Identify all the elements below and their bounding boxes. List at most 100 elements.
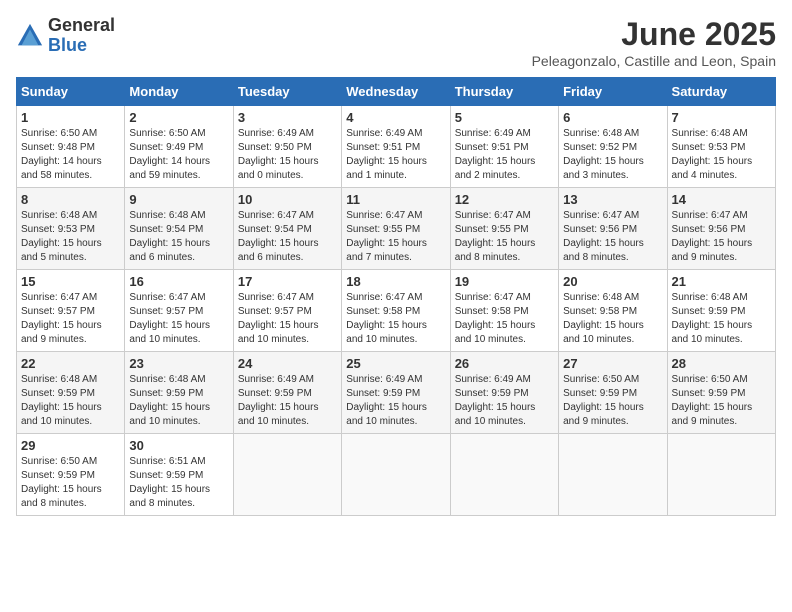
calendar-cell: 3 Sunrise: 6:49 AM Sunset: 9:50 PM Daylig… — [233, 106, 341, 188]
day-info: Sunrise: 6:47 AM Sunset: 9:58 PM Dayligh… — [346, 291, 445, 347]
calendar-cell: 28 Sunrise: 6:50 AM Sunset: 9:59 PM Dayli… — [667, 352, 775, 434]
day-info: Sunrise: 6:50 AM Sunset: 9:59 PM Dayligh… — [563, 373, 662, 429]
calendar-cell — [450, 434, 558, 516]
day-number: 25 — [346, 356, 445, 371]
day-info: Sunrise: 6:48 AM Sunset: 9:52 PM Dayligh… — [563, 127, 662, 183]
day-number: 1 — [21, 110, 120, 125]
day-number: 20 — [563, 274, 662, 289]
header-row: SundayMondayTuesdayWednesdayThursdayFrid… — [17, 78, 776, 106]
day-info: Sunrise: 6:48 AM Sunset: 9:59 PM Dayligh… — [21, 373, 120, 429]
header-cell-thursday: Thursday — [450, 78, 558, 106]
calendar-cell — [559, 434, 667, 516]
calendar-cell: 17 Sunrise: 6:47 AM Sunset: 9:57 PM Dayli… — [233, 270, 341, 352]
calendar-table: SundayMondayTuesdayWednesdayThursdayFrid… — [16, 77, 776, 516]
calendar-cell — [342, 434, 450, 516]
day-info: Sunrise: 6:48 AM Sunset: 9:59 PM Dayligh… — [672, 291, 771, 347]
day-number: 12 — [455, 192, 554, 207]
calendar-week-2: 8 Sunrise: 6:48 AM Sunset: 9:53 PM Daylig… — [17, 188, 776, 270]
month-title: June 2025 — [532, 16, 776, 53]
day-info: Sunrise: 6:48 AM Sunset: 9:58 PM Dayligh… — [563, 291, 662, 347]
calendar-cell: 12 Sunrise: 6:47 AM Sunset: 9:55 PM Dayli… — [450, 188, 558, 270]
day-info: Sunrise: 6:47 AM Sunset: 9:55 PM Dayligh… — [346, 209, 445, 265]
day-number: 23 — [129, 356, 228, 371]
calendar-cell: 6Sunrise: 6:48 AM Sunset: 9:52 PM Daylig… — [559, 106, 667, 188]
day-info: Sunrise: 6:48 AM Sunset: 9:53 PM Dayligh… — [21, 209, 120, 265]
day-number: 28 — [672, 356, 771, 371]
day-info: Sunrise: 6:48 AM Sunset: 9:53 PM Dayligh… — [672, 127, 771, 183]
day-info: Sunrise: 6:49 AM Sunset: 9:59 PM Dayligh… — [238, 373, 337, 429]
calendar-cell: 18 Sunrise: 6:47 AM Sunset: 9:58 PM Dayli… — [342, 270, 450, 352]
day-info: Sunrise: 6:48 AM Sunset: 9:54 PM Dayligh… — [129, 209, 228, 265]
day-info: Sunrise: 6:47 AM Sunset: 9:55 PM Dayligh… — [455, 209, 554, 265]
day-info: Sunrise: 6:47 AM Sunset: 9:57 PM Dayligh… — [238, 291, 337, 347]
calendar-cell: 22 Sunrise: 6:48 AM Sunset: 9:59 PM Dayli… — [17, 352, 125, 434]
day-info: Sunrise: 6:47 AM Sunset: 9:58 PM Dayligh… — [455, 291, 554, 347]
logo-text: General Blue — [48, 16, 115, 56]
day-number: 17 — [238, 274, 337, 289]
day-info: Sunrise: 6:49 AM Sunset: 9:59 PM Dayligh… — [346, 373, 445, 429]
day-info: Sunrise: 6:50 AM Sunset: 9:59 PM Dayligh… — [21, 455, 120, 511]
day-info: Sunrise: 6:50 AM Sunset: 9:59 PM Dayligh… — [672, 373, 771, 429]
logo-blue: Blue — [48, 36, 115, 56]
day-number: 10 — [238, 192, 337, 207]
page-header: General Blue June 2025 Peleagonzalo, Cas… — [16, 16, 776, 69]
header-cell-monday: Monday — [125, 78, 233, 106]
calendar-cell: 14 Sunrise: 6:47 AM Sunset: 9:56 PM Dayli… — [667, 188, 775, 270]
day-number: 3 — [238, 110, 337, 125]
location: Peleagonzalo, Castille and Leon, Spain — [532, 53, 776, 69]
day-info: Sunrise: 6:49 AM Sunset: 9:51 PM Dayligh… — [346, 127, 445, 183]
day-number: 8 — [21, 192, 120, 207]
calendar-cell: 19 Sunrise: 6:47 AM Sunset: 9:58 PM Dayli… — [450, 270, 558, 352]
calendar-cell: 24 Sunrise: 6:49 AM Sunset: 9:59 PM Dayli… — [233, 352, 341, 434]
day-number: 21 — [672, 274, 771, 289]
header-cell-saturday: Saturday — [667, 78, 775, 106]
calendar-cell: 27Sunrise: 6:50 AM Sunset: 9:59 PM Dayli… — [559, 352, 667, 434]
calendar-cell: 9 Sunrise: 6:48 AM Sunset: 9:54 PM Daylig… — [125, 188, 233, 270]
day-info: Sunrise: 6:49 AM Sunset: 9:59 PM Dayligh… — [455, 373, 554, 429]
day-number: 2 — [129, 110, 228, 125]
day-info: Sunrise: 6:47 AM Sunset: 9:57 PM Dayligh… — [129, 291, 228, 347]
day-info: Sunrise: 6:47 AM Sunset: 9:54 PM Dayligh… — [238, 209, 337, 265]
day-info: Sunrise: 6:49 AM Sunset: 9:50 PM Dayligh… — [238, 127, 337, 183]
calendar-cell: 10 Sunrise: 6:47 AM Sunset: 9:54 PM Dayli… — [233, 188, 341, 270]
calendar-cell: 4 Sunrise: 6:49 AM Sunset: 9:51 PM Daylig… — [342, 106, 450, 188]
calendar-cell: 30Sunrise: 6:51 AM Sunset: 9:59 PM Dayli… — [125, 434, 233, 516]
day-number: 9 — [129, 192, 228, 207]
calendar-cell: 20 Sunrise: 6:48 AM Sunset: 9:58 PM Dayli… — [559, 270, 667, 352]
calendar-week-5: 29Sunrise: 6:50 AM Sunset: 9:59 PM Dayli… — [17, 434, 776, 516]
calendar-cell: 15Sunrise: 6:47 AM Sunset: 9:57 PM Dayli… — [17, 270, 125, 352]
day-number: 19 — [455, 274, 554, 289]
logo-general: General — [48, 16, 115, 36]
calendar-cell: 25 Sunrise: 6:49 AM Sunset: 9:59 PM Dayli… — [342, 352, 450, 434]
calendar-cell: 21 Sunrise: 6:48 AM Sunset: 9:59 PM Dayli… — [667, 270, 775, 352]
day-info: Sunrise: 6:47 AM Sunset: 9:57 PM Dayligh… — [21, 291, 120, 347]
title-block: June 2025 Peleagonzalo, Castille and Leo… — [532, 16, 776, 69]
logo-icon — [16, 22, 44, 50]
calendar-cell: 11 Sunrise: 6:47 AM Sunset: 9:55 PM Dayli… — [342, 188, 450, 270]
day-info: Sunrise: 6:50 AM Sunset: 9:49 PM Dayligh… — [129, 127, 228, 183]
day-number: 5 — [455, 110, 554, 125]
calendar-cell: 16 Sunrise: 6:47 AM Sunset: 9:57 PM Dayli… — [125, 270, 233, 352]
day-number: 14 — [672, 192, 771, 207]
header-cell-wednesday: Wednesday — [342, 78, 450, 106]
calendar-cell — [233, 434, 341, 516]
day-number: 22 — [21, 356, 120, 371]
calendar-cell: 7Sunrise: 6:48 AM Sunset: 9:53 PM Daylig… — [667, 106, 775, 188]
header-cell-tuesday: Tuesday — [233, 78, 341, 106]
calendar-week-4: 22 Sunrise: 6:48 AM Sunset: 9:59 PM Dayli… — [17, 352, 776, 434]
header-cell-sunday: Sunday — [17, 78, 125, 106]
calendar-cell: 23Sunrise: 6:48 AM Sunset: 9:59 PM Dayli… — [125, 352, 233, 434]
day-number: 24 — [238, 356, 337, 371]
day-info: Sunrise: 6:49 AM Sunset: 9:51 PM Dayligh… — [455, 127, 554, 183]
calendar-cell: 8 Sunrise: 6:48 AM Sunset: 9:53 PM Daylig… — [17, 188, 125, 270]
day-info: Sunrise: 6:50 AM Sunset: 9:48 PM Dayligh… — [21, 127, 120, 183]
day-number: 16 — [129, 274, 228, 289]
day-number: 4 — [346, 110, 445, 125]
calendar-cell: 1 Sunrise: 6:50 AM Sunset: 9:48 PM Daylig… — [17, 106, 125, 188]
day-info: Sunrise: 6:47 AM Sunset: 9:56 PM Dayligh… — [672, 209, 771, 265]
day-number: 11 — [346, 192, 445, 207]
day-number: 18 — [346, 274, 445, 289]
calendar-week-3: 15Sunrise: 6:47 AM Sunset: 9:57 PM Dayli… — [17, 270, 776, 352]
calendar-week-1: 1 Sunrise: 6:50 AM Sunset: 9:48 PM Daylig… — [17, 106, 776, 188]
calendar-cell: 26Sunrise: 6:49 AM Sunset: 9:59 PM Dayli… — [450, 352, 558, 434]
